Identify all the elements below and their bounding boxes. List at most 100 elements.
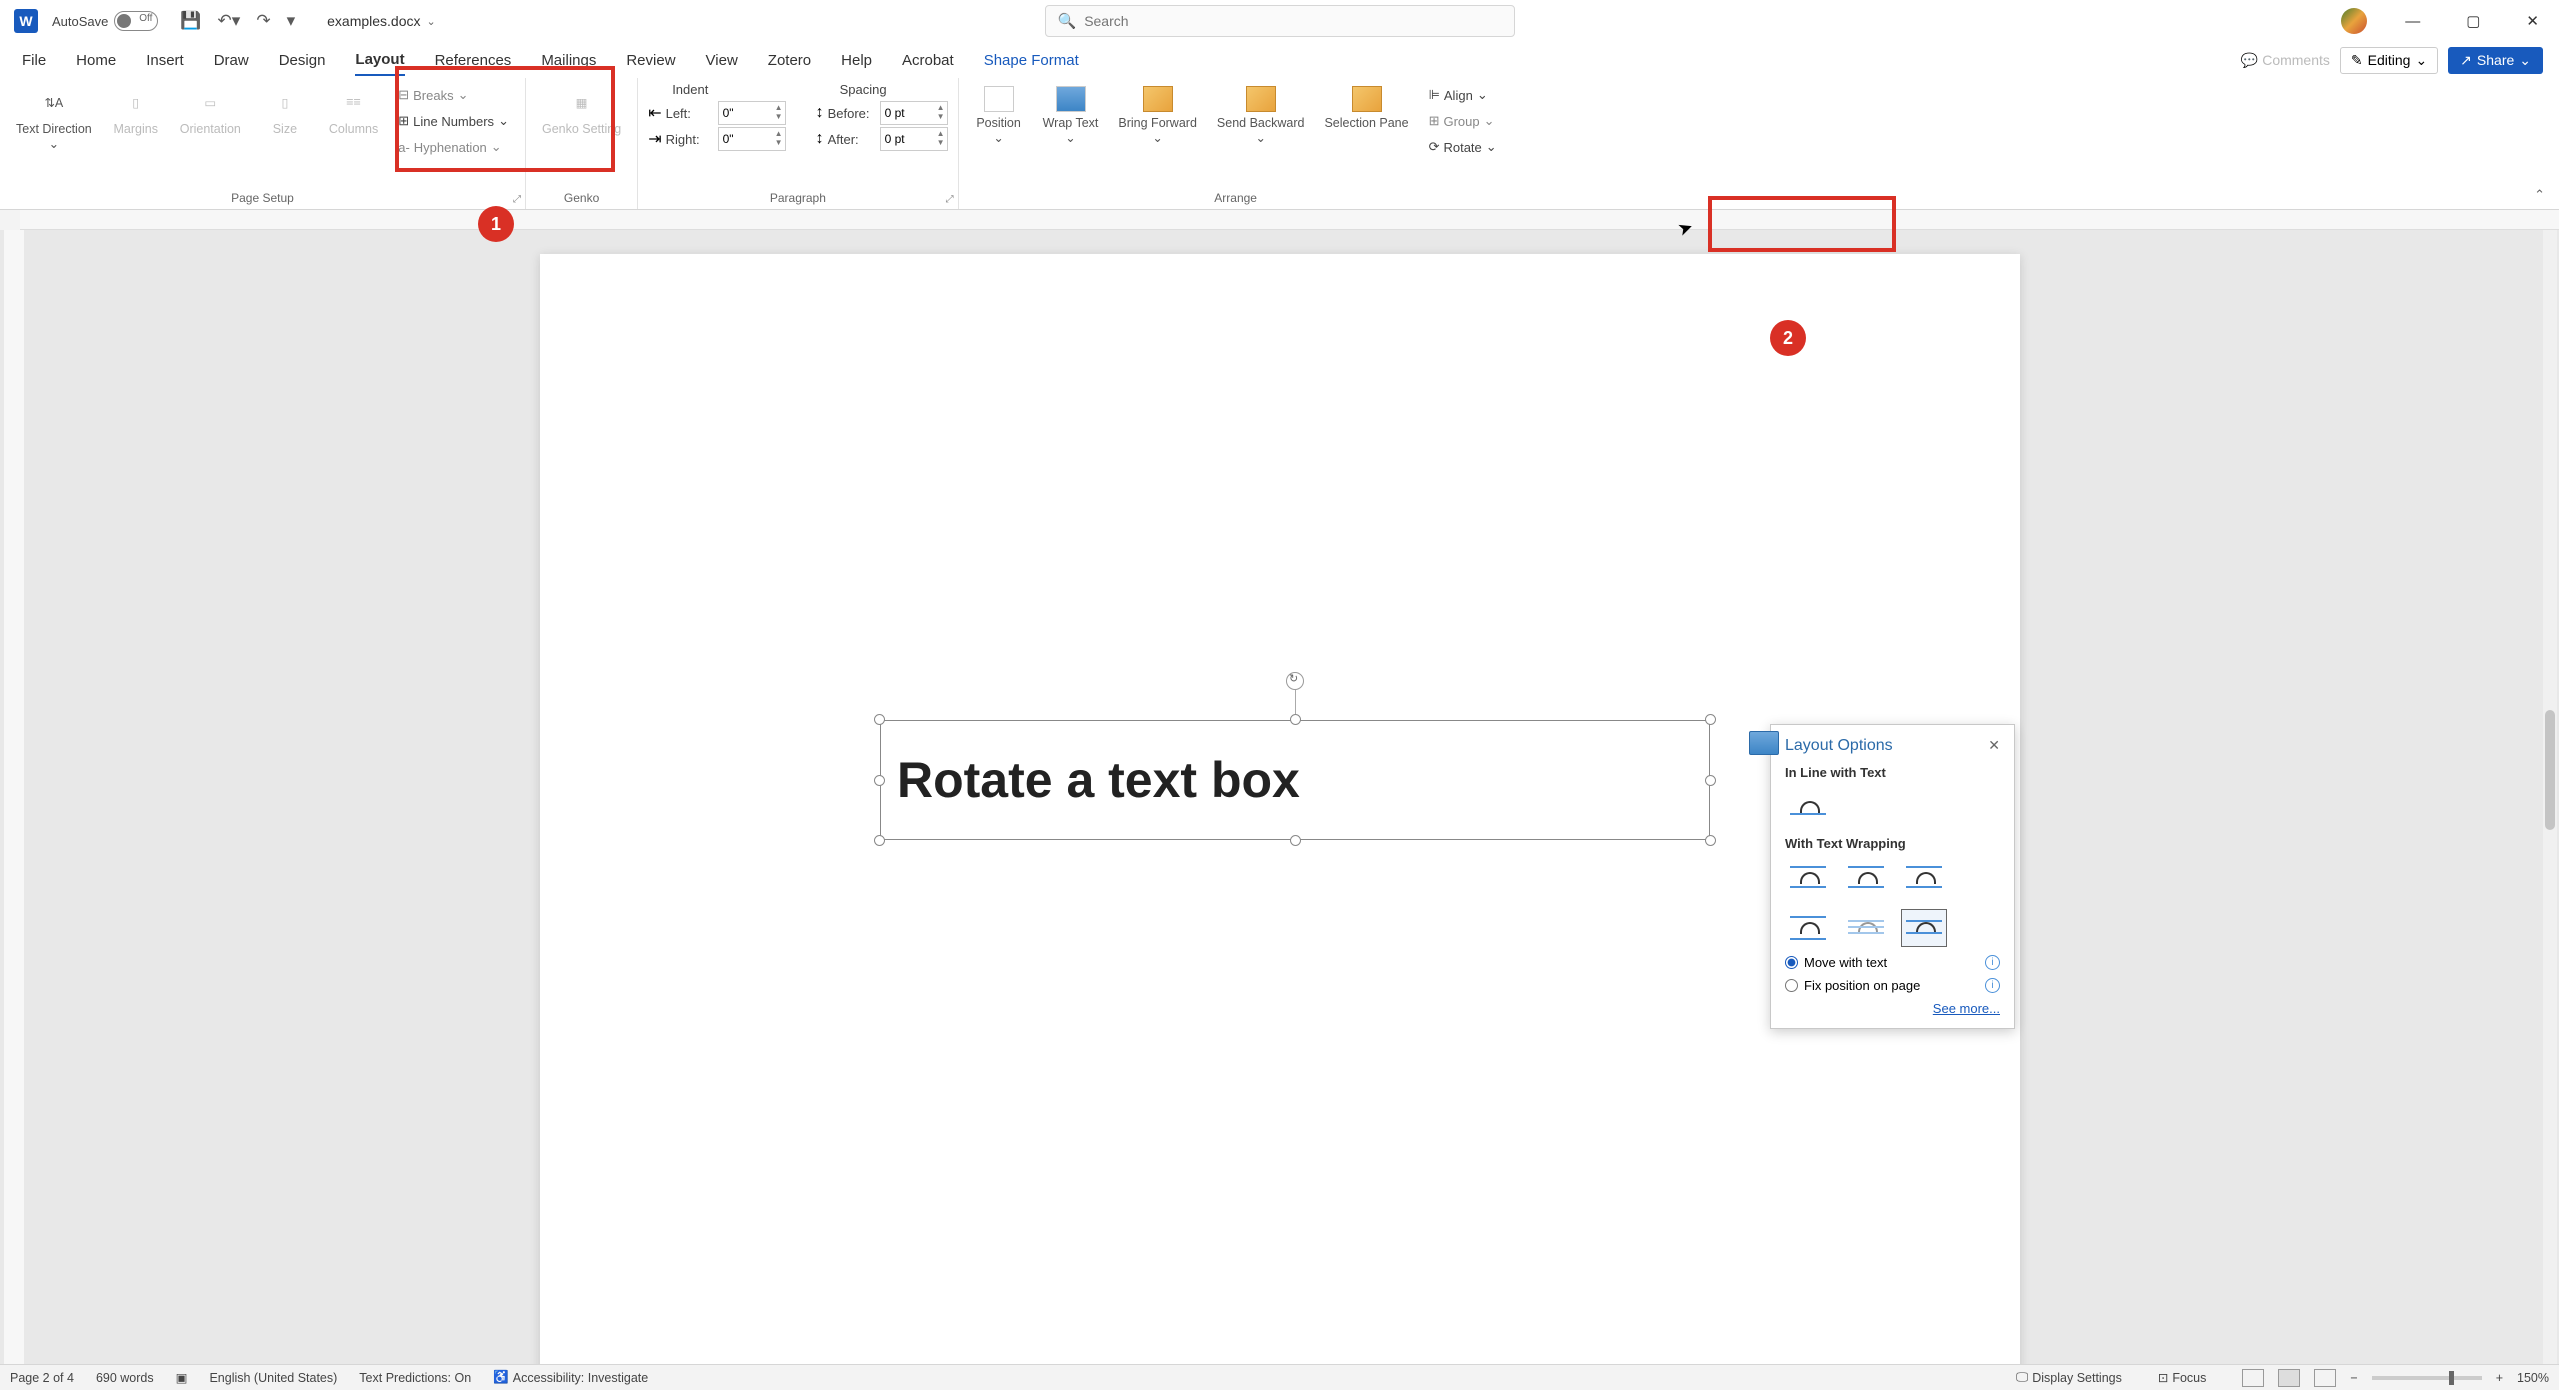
spacing-after-input[interactable]: 0 pt▲▼ — [880, 127, 948, 151]
genko-setting-button[interactable]: ▦ Genko Setting — [536, 84, 627, 138]
tab-file[interactable]: File — [22, 46, 46, 75]
rotate-handle[interactable] — [1286, 672, 1304, 690]
indent-right-input[interactable]: 0"▲▼ — [718, 127, 786, 151]
see-more-link[interactable]: See more... — [1785, 1001, 2000, 1016]
columns-button[interactable]: ≡≡ Columns — [323, 84, 384, 138]
autosave-toggle[interactable]: Off — [114, 11, 158, 31]
tab-design[interactable]: Design — [279, 46, 326, 75]
textbox-content[interactable]: Rotate a text box — [897, 751, 1300, 809]
close-button[interactable]: ✕ — [2518, 8, 2547, 34]
size-button[interactable]: ▯ Size — [255, 84, 315, 138]
tab-draw[interactable]: Draw — [214, 46, 249, 75]
comments-button[interactable]: 💬 Comments — [2241, 52, 2330, 69]
orientation-button[interactable]: ▭ Orientation — [174, 84, 247, 138]
search-box[interactable]: 🔍 — [1045, 5, 1515, 37]
tab-home[interactable]: Home — [76, 46, 116, 75]
fix-position-radio[interactable]: Fix position on page i — [1785, 978, 2000, 993]
tab-help[interactable]: Help — [841, 46, 872, 75]
move-with-text-radio[interactable]: Move with text i — [1785, 955, 2000, 970]
layout-options-icon[interactable] — [1749, 731, 1779, 755]
hyphenation-button[interactable]: a- Hyphenation ⌄ — [392, 136, 515, 158]
wrap-text-button[interactable]: Wrap Text⌄ — [1037, 84, 1105, 147]
layout-options-close-button[interactable]: ✕ — [1988, 737, 2000, 754]
status-page[interactable]: Page 2 of 4 — [10, 1371, 74, 1385]
editing-mode-button[interactable]: ✎ Editing ⌄ — [2340, 47, 2438, 74]
text-direction-button[interactable]: ⇅A Text Direction⌄ — [10, 84, 98, 153]
rotate-button[interactable]: ⟳ Rotate ⌄ — [1423, 136, 1503, 158]
page-setup-launcher[interactable]: ⤢ — [513, 194, 521, 205]
info-icon[interactable]: i — [1985, 955, 2000, 970]
minimize-button[interactable]: — — [2397, 9, 2428, 34]
wrap-behind-button[interactable] — [1843, 909, 1889, 947]
resize-handle-bl[interactable] — [874, 835, 885, 846]
status-language[interactable]: English (United States) — [209, 1371, 337, 1385]
bring-forward-button[interactable]: Bring Forward⌄ — [1112, 84, 1203, 147]
spacing-before-input[interactable]: 0 pt▲▼ — [880, 101, 948, 125]
scrollbar-thumb[interactable] — [2545, 710, 2555, 830]
web-layout-button[interactable] — [2314, 1369, 2336, 1387]
zoom-slider[interactable] — [2372, 1376, 2482, 1380]
resize-handle-tm[interactable] — [1290, 714, 1301, 725]
wrap-through-button[interactable] — [1901, 859, 1947, 897]
tab-insert[interactable]: Insert — [146, 46, 184, 75]
search-input[interactable] — [1084, 13, 1501, 29]
tab-review[interactable]: Review — [626, 46, 675, 75]
position-button[interactable]: Position⌄ — [969, 84, 1029, 147]
group-button[interactable]: ⊞ Group ⌄ — [1423, 110, 1503, 132]
redo-icon[interactable]: ↷ — [256, 11, 270, 31]
info-icon[interactable]: i — [1985, 978, 2000, 993]
zoom-out-button[interactable]: − — [2350, 1371, 2357, 1385]
resize-handle-tr[interactable] — [1705, 714, 1716, 725]
resize-handle-ml[interactable] — [874, 775, 885, 786]
doc-title-chevron-icon[interactable]: ⌄ — [427, 15, 436, 28]
status-spellcheck-icon[interactable]: ▣ — [176, 1370, 188, 1385]
focus-button[interactable]: ⊡ Focus — [2158, 1370, 2207, 1385]
display-settings-button[interactable]: 🖵 Display Settings — [2016, 1370, 2122, 1385]
undo-icon[interactable]: ↶▾ — [218, 11, 241, 31]
ribbon-collapse-button[interactable]: ⌃ — [2534, 187, 2545, 203]
save-icon[interactable]: 💾 — [180, 11, 201, 31]
align-button[interactable]: ⊫ Align ⌄ — [1423, 84, 1503, 106]
wrap-tight-button[interactable] — [1843, 859, 1889, 897]
resize-handle-tl[interactable] — [874, 714, 885, 725]
line-numbers-button[interactable]: ⊞ Line Numbers ⌄ — [392, 110, 515, 132]
tab-layout[interactable]: Layout — [355, 45, 404, 76]
tab-references[interactable]: References — [435, 46, 512, 75]
tab-mailings[interactable]: Mailings — [541, 46, 596, 75]
send-backward-button[interactable]: Send Backward⌄ — [1211, 84, 1311, 147]
zoom-level[interactable]: 150% — [2517, 1371, 2549, 1385]
selection-pane-button[interactable]: Selection Pane — [1318, 84, 1414, 132]
vertical-scrollbar[interactable] — [2543, 230, 2557, 1366]
read-mode-button[interactable] — [2242, 1369, 2264, 1387]
tab-acrobat[interactable]: Acrobat — [902, 46, 954, 75]
user-avatar[interactable] — [2341, 8, 2367, 34]
margins-button[interactable]: ▯ Margins — [106, 84, 166, 138]
vertical-ruler[interactable] — [4, 230, 24, 1366]
wrap-square-button[interactable] — [1785, 859, 1831, 897]
zoom-in-button[interactable]: + — [2496, 1371, 2503, 1385]
textbox-selection[interactable]: Rotate a text box — [880, 720, 1710, 840]
print-layout-button[interactable] — [2278, 1369, 2300, 1387]
tab-shape-format[interactable]: Shape Format — [984, 46, 1079, 75]
maximize-button[interactable]: ▢ — [2458, 8, 2488, 34]
status-predictions[interactable]: Text Predictions: On — [359, 1371, 471, 1385]
breaks-button[interactable]: ⊟ Breaks ⌄ — [392, 84, 515, 106]
status-word-count[interactable]: 690 words — [96, 1371, 154, 1385]
tab-zotero[interactable]: Zotero — [768, 46, 811, 75]
wrap-infront-button[interactable] — [1901, 909, 1947, 947]
resize-handle-mr[interactable] — [1705, 775, 1716, 786]
horizontal-ruler[interactable] — [20, 210, 2559, 230]
status-accessibility[interactable]: ♿ Accessibility: Investigate — [493, 1370, 648, 1385]
indent-left-input[interactable]: 0"▲▼ — [718, 101, 786, 125]
chevron-down-icon: ⌄ — [2415, 52, 2427, 69]
paragraph-launcher[interactable]: ⤢ — [946, 194, 954, 205]
wrap-inline-button[interactable] — [1785, 788, 1831, 826]
share-button[interactable]: ↗ Share ⌄ — [2448, 47, 2543, 74]
tab-view[interactable]: View — [706, 46, 738, 75]
resize-handle-bm[interactable] — [1290, 835, 1301, 846]
wrap-topbottom-button[interactable] — [1785, 909, 1831, 947]
text-box[interactable]: Rotate a text box — [880, 720, 1710, 840]
document-title[interactable]: examples.docx — [327, 13, 420, 29]
resize-handle-br[interactable] — [1705, 835, 1716, 846]
qat-customize-icon[interactable]: ▾ — [287, 11, 296, 31]
